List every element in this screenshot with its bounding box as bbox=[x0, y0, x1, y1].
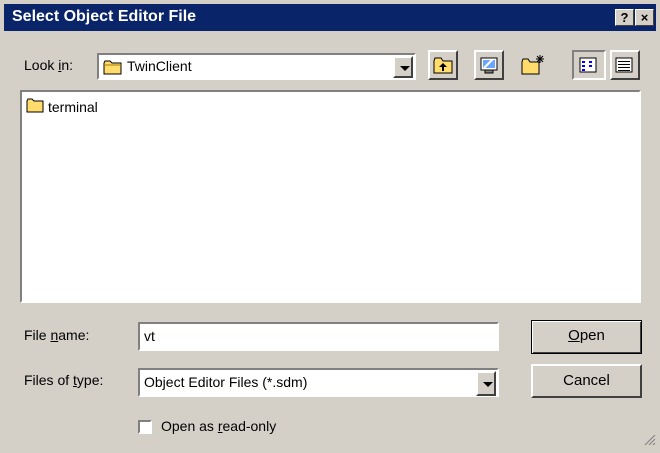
desktop-icon bbox=[479, 56, 499, 77]
file-name-label-prefix: File bbox=[24, 327, 51, 343]
file-type-value: Object Editor Files (*.sdm) bbox=[144, 374, 308, 390]
file-name-label: File name: bbox=[24, 327, 89, 343]
new-folder-icon bbox=[521, 54, 545, 79]
chevron-down-icon bbox=[400, 66, 410, 71]
read-only-label[interactable]: Open as read-only bbox=[161, 418, 276, 434]
dialog-window: Select Object Editor File ? × Look in: T… bbox=[0, 0, 660, 453]
look-in-combo[interactable]: TwinClient bbox=[97, 53, 416, 80]
list-item[interactable]: terminal bbox=[26, 98, 98, 116]
file-type-label-prefix: Files of bbox=[24, 372, 74, 388]
open-button-label: pen bbox=[579, 327, 605, 344]
view-desktop-button[interactable] bbox=[474, 50, 504, 80]
create-new-folder-button[interactable] bbox=[518, 50, 548, 80]
file-type-label-suffix: ype: bbox=[76, 372, 104, 388]
size-grip-icon[interactable] bbox=[644, 433, 656, 449]
read-only-checkbox[interactable] bbox=[138, 420, 152, 434]
up-one-level-button[interactable] bbox=[428, 50, 458, 80]
folder-icon bbox=[103, 59, 123, 78]
open-button-access-key: O bbox=[568, 327, 580, 344]
list-view-button[interactable] bbox=[572, 50, 606, 80]
cancel-button[interactable]: Cancel bbox=[531, 364, 642, 398]
close-button[interactable]: × bbox=[635, 9, 654, 26]
up-folder-icon bbox=[433, 56, 453, 77]
help-button[interactable]: ? bbox=[615, 9, 634, 26]
details-view-button[interactable] bbox=[610, 50, 640, 80]
chevron-down-icon bbox=[483, 382, 493, 387]
file-type-select[interactable]: Object Editor Files (*.sdm) bbox=[138, 368, 499, 397]
list-item-label: terminal bbox=[48, 99, 98, 115]
look-in-value: TwinClient bbox=[127, 58, 192, 74]
look-in-label-prefix: Look bbox=[24, 57, 59, 73]
file-list[interactable]: terminal bbox=[20, 90, 641, 303]
read-only-label-suffix: ead-only bbox=[222, 418, 277, 434]
file-name-value: vt bbox=[144, 328, 155, 344]
look-in-dropdown-button[interactable] bbox=[393, 56, 413, 78]
file-name-label-suffix: ame: bbox=[58, 327, 90, 343]
look-in-label: Look in: bbox=[24, 57, 73, 73]
folder-icon bbox=[26, 98, 44, 116]
details-icon bbox=[615, 57, 633, 76]
dialog-title: Select Object Editor File bbox=[12, 8, 197, 25]
file-type-dropdown-button[interactable] bbox=[476, 371, 496, 396]
list-icon bbox=[579, 57, 597, 76]
read-only-label-prefix: Open as bbox=[161, 418, 218, 434]
file-type-label: Files of type: bbox=[24, 372, 103, 388]
open-button[interactable]: Open bbox=[531, 320, 642, 354]
title-bar[interactable]: Select Object Editor File ? × bbox=[4, 4, 656, 31]
look-in-label-suffix: n: bbox=[61, 57, 74, 73]
file-name-input[interactable]: vt bbox=[138, 322, 499, 351]
